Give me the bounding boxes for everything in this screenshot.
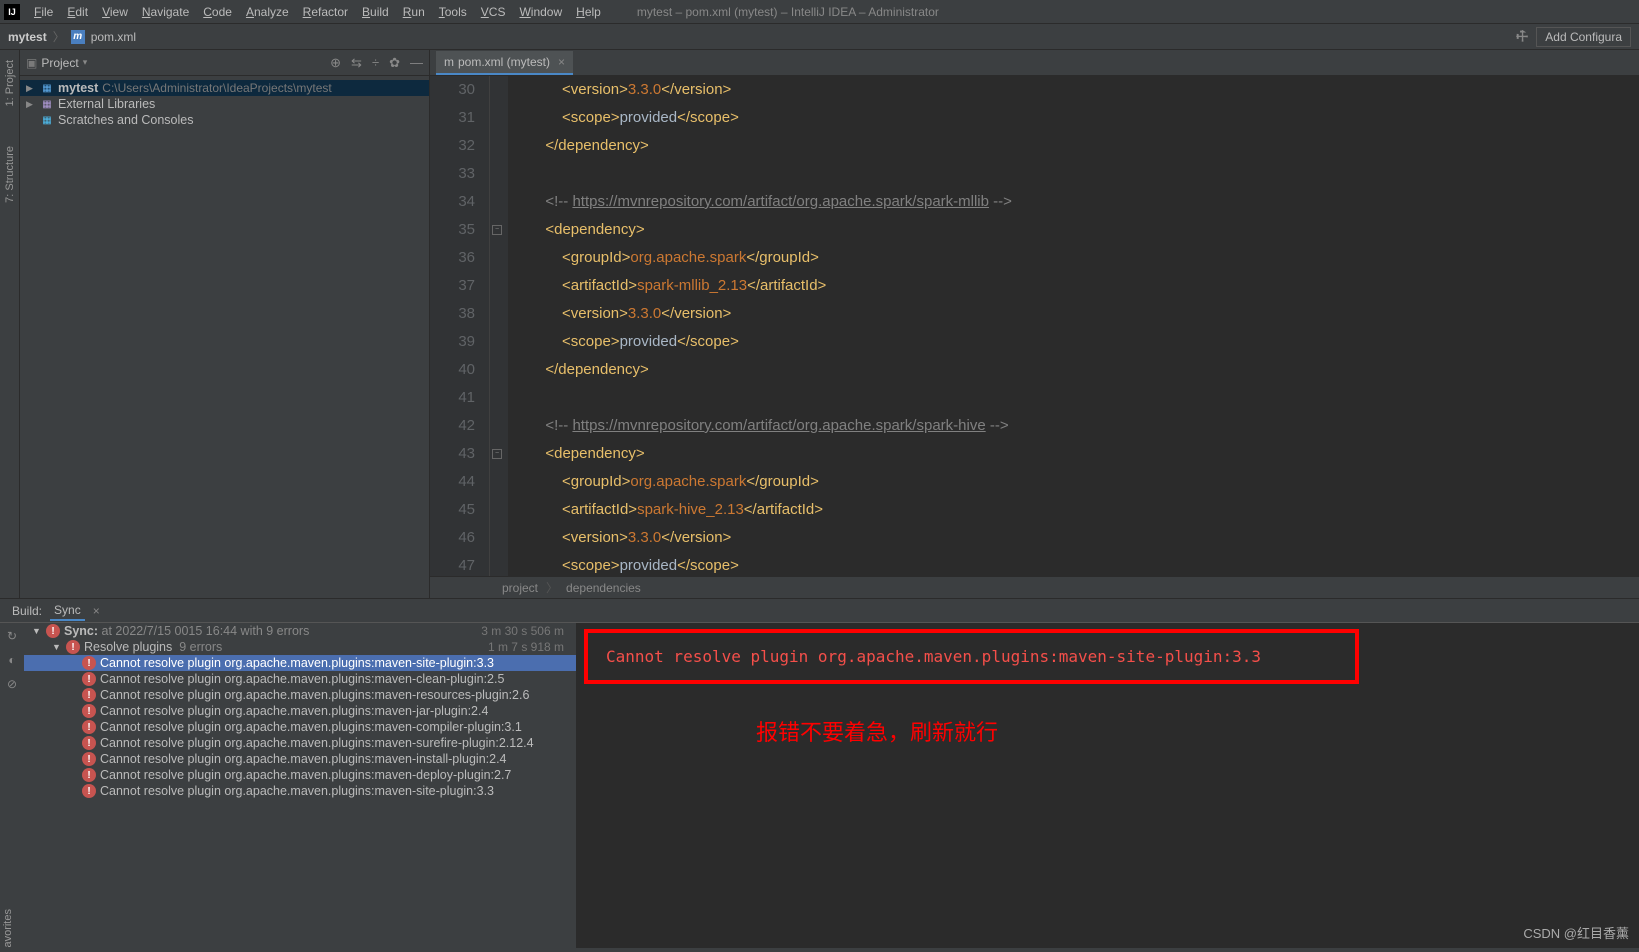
project-tree[interactable]: ▶▦mytest C:\Users\Administrator\IdeaProj… (20, 76, 429, 132)
breadcrumb-sep: 〉 (546, 579, 558, 596)
refresh-icon[interactable]: ↻ (7, 629, 17, 643)
tree-item[interactable]: ▦Scratches and Consoles (20, 112, 429, 128)
error-row[interactable]: !Cannot resolve plugin org.apache.maven.… (24, 655, 576, 671)
project-panel: ▣ Project ▾ ⊕ ⇆ ÷ ✿ — ▶▦mytest C:\Users\… (20, 50, 430, 598)
project-panel-header: ▣ Project ▾ ⊕ ⇆ ÷ ✿ — (20, 50, 429, 76)
build-panel-header: Build: Sync × (0, 599, 1639, 623)
menu-file[interactable]: File (28, 3, 59, 21)
menu-analyze[interactable]: Analyze (240, 3, 295, 21)
menu-view[interactable]: View (96, 3, 134, 21)
resolve-row[interactable]: ▼!Resolve plugins 9 errors1 m 7 s 918 m (24, 639, 576, 655)
breadcrumb-item[interactable]: project (502, 581, 538, 595)
maven-file-icon: m (71, 30, 85, 44)
build-toolbar: ↻ ◐ ⊘ (0, 623, 24, 948)
hide-icon[interactable]: — (410, 55, 423, 71)
build-detail: Cannot resolve plugin org.apache.maven.p… (576, 623, 1639, 948)
add-configuration-button[interactable]: Add Configura (1536, 27, 1631, 47)
error-row[interactable]: !Cannot resolve plugin org.apache.maven.… (24, 703, 576, 719)
collapse-icon[interactable]: ÷ (372, 55, 379, 71)
menu-vcs[interactable]: VCS (475, 3, 512, 21)
titlebar: IJ FileEditViewNavigateCodeAnalyzeRefact… (0, 0, 1639, 24)
build-label: Build: (12, 604, 42, 618)
watermark: CSDN @红目香薰 (1523, 923, 1629, 942)
tree-item[interactable]: ▶▦mytest C:\Users\Administrator\IdeaProj… (20, 80, 429, 96)
build-tree[interactable]: ▼!Sync: at 2022/7/15 0015 16:44 with 9 e… (24, 623, 576, 948)
menu-edit[interactable]: Edit (61, 3, 94, 21)
annotation-text: 报错不要着急，刷新就行 (756, 715, 998, 747)
tree-item[interactable]: ▶▦External Libraries (20, 96, 429, 112)
gear-icon[interactable]: ✿ (389, 55, 400, 71)
breadcrumb-file[interactable]: pom.xml (91, 30, 136, 44)
favorites-tool-button[interactable]: avorites (0, 905, 20, 952)
structure-tool-button[interactable]: 7: Structure (4, 146, 16, 203)
window-title: mytest – pom.xml (mytest) – IntelliJ IDE… (637, 5, 939, 19)
toggle-icon[interactable]: ⊘ (7, 677, 17, 691)
editor-tabbar: m pom.xml (mytest) × (430, 50, 1639, 76)
sync-row[interactable]: ▼!Sync: at 2022/7/15 0015 16:44 with 9 e… (24, 623, 576, 639)
breadcrumb-project[interactable]: mytest (8, 30, 47, 44)
breadcrumb-item[interactable]: dependencies (566, 581, 641, 595)
menu-tools[interactable]: Tools (433, 3, 473, 21)
folder-icon: ▣ (26, 56, 37, 70)
error-row[interactable]: !Cannot resolve plugin org.apache.maven.… (24, 687, 576, 703)
menu-navigate[interactable]: Navigate (136, 3, 195, 21)
main-area: 1: Project 7: Structure ▣ Project ▾ ⊕ ⇆ … (0, 50, 1639, 598)
menu-build[interactable]: Build (356, 3, 395, 21)
error-row[interactable]: !Cannot resolve plugin org.apache.maven.… (24, 735, 576, 751)
editor-tab[interactable]: m pom.xml (mytest) × (436, 51, 573, 75)
editor: m pom.xml (mytest) × 3031323334353637383… (430, 50, 1639, 598)
build-icon[interactable]: ⚒ (1512, 26, 1533, 47)
code-content[interactable]: <version>3.3.0</version> <scope>provided… (508, 76, 1639, 576)
menu-run[interactable]: Run (397, 3, 431, 21)
menu-window[interactable]: Window (513, 3, 568, 21)
error-message-box: Cannot resolve plugin org.apache.maven.p… (584, 629, 1359, 684)
error-row[interactable]: !Cannot resolve plugin org.apache.maven.… (24, 767, 576, 783)
app-logo-icon: IJ (4, 4, 20, 20)
expand-icon[interactable]: ⇆ (351, 55, 362, 71)
menu-refactor[interactable]: Refactor (297, 3, 354, 21)
sync-tab[interactable]: Sync (50, 601, 85, 621)
code-area[interactable]: 30313233343536373839404142434445464748 −… (430, 76, 1639, 576)
navigation-bar: mytest 〉 m pom.xml ⚒ Add Configura (0, 24, 1639, 50)
fold-gutter[interactable]: −− (490, 76, 508, 576)
editor-breadcrumb: project 〉 dependencies (430, 576, 1639, 598)
close-icon[interactable]: × (558, 55, 565, 69)
editor-tab-label: pom.xml (mytest) (458, 55, 550, 69)
menu-help[interactable]: Help (570, 3, 607, 21)
build-panel: Build: Sync × ↻ ◐ ⊘ ▼!Sync: at 2022/7/15… (0, 598, 1639, 948)
menu-code[interactable]: Code (197, 3, 238, 21)
error-row[interactable]: !Cannot resolve plugin org.apache.maven.… (24, 719, 576, 735)
maven-file-icon: m (444, 55, 454, 69)
breadcrumb-separator: 〉 (53, 28, 65, 45)
error-row[interactable]: !Cannot resolve plugin org.apache.maven.… (24, 751, 576, 767)
stop-icon[interactable]: ◐ (8, 653, 15, 667)
project-tool-button[interactable]: 1: Project (4, 60, 16, 106)
error-row[interactable]: !Cannot resolve plugin org.apache.maven.… (24, 783, 576, 799)
close-icon[interactable]: × (93, 604, 100, 618)
menubar: FileEditViewNavigateCodeAnalyzeRefactorB… (28, 3, 607, 21)
error-row[interactable]: !Cannot resolve plugin org.apache.maven.… (24, 671, 576, 687)
dropdown-icon[interactable]: ▾ (83, 57, 88, 68)
project-panel-title[interactable]: Project (41, 56, 78, 70)
left-tool-strip: 1: Project 7: Structure (0, 50, 20, 598)
locate-icon[interactable]: ⊕ (330, 55, 341, 71)
line-gutter: 30313233343536373839404142434445464748 (430, 76, 490, 576)
